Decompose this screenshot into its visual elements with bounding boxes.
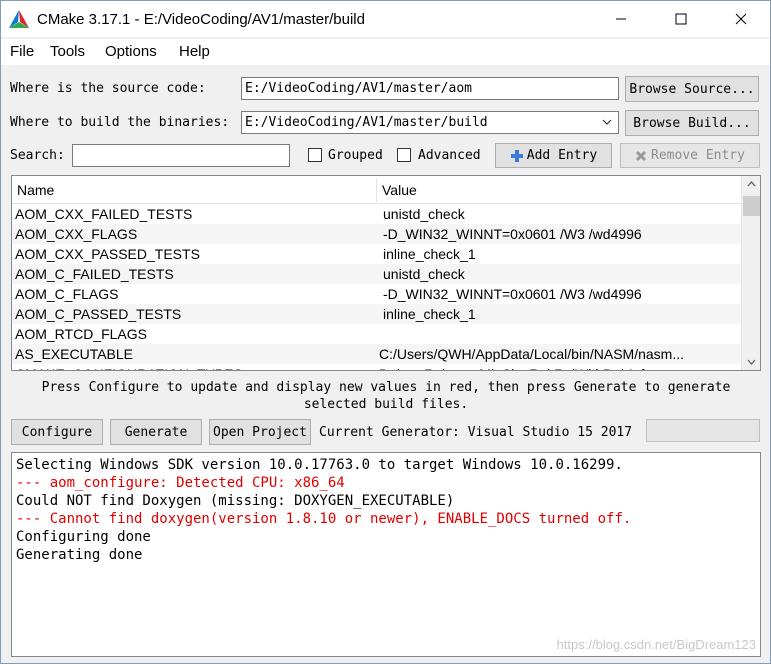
log-line: Could NOT find Doxygen (missing: DOXYGEN…	[16, 493, 455, 509]
cell-name: AOM_C_FLAGS	[15, 286, 119, 302]
open-project-button[interactable]: Open Project	[209, 419, 311, 445]
grouped-checkbox[interactable]	[308, 148, 322, 162]
menu-file[interactable]: File	[10, 43, 34, 60]
add-entry-button[interactable]: Add Entry	[495, 143, 612, 168]
cell-name: CMAKE_CONFIGURATION_TYPES	[15, 366, 243, 370]
table-scrollbar[interactable]	[741, 176, 760, 370]
table-row[interactable]: AOM_CXX_PASSED_TESTS inline_check_1	[12, 244, 741, 264]
configure-button[interactable]: Configure	[11, 419, 103, 445]
maximize-icon	[675, 13, 687, 25]
advanced-checkbox[interactable]	[397, 148, 411, 162]
minimize-icon	[616, 18, 626, 20]
cell-name: AOM_RTCD_FLAGS	[15, 326, 147, 342]
menu-bar: File Tools Options Help	[1, 39, 770, 65]
log-line: --- Cannot find doxygen(version 1.8.10 o…	[16, 511, 632, 527]
cell-value: unistd_check	[383, 206, 465, 222]
menu-tools[interactable]: Tools	[50, 43, 85, 60]
scroll-thumb[interactable]	[743, 196, 760, 216]
header-divider	[376, 178, 377, 202]
table-row[interactable]: CMAKE_CONFIGURATION_TYPES Debug;Release;M…	[12, 364, 741, 370]
cell-name: AOM_C_PASSED_TESTS	[15, 306, 182, 322]
close-button[interactable]	[715, 1, 767, 37]
table-row[interactable]: AS_EXECUTABLE C:/Users/QWH/AppData/Local/…	[12, 344, 741, 364]
cell-name: AOM_CXX_FLAGS	[15, 226, 138, 242]
remove-entry-label: Remove Entry	[651, 148, 745, 163]
current-generator-label: Current Generator: Visual Studio 15 2017	[319, 425, 633, 440]
cmake-window: CMake 3.17.1 - E:/VideoCoding/AV1/master…	[0, 0, 771, 664]
remove-icon	[635, 150, 647, 161]
source-label: Where is the source code:	[10, 81, 206, 96]
cell-value: -D_WIN32_WINNT=0x0601 /W3 /wd4996	[383, 226, 642, 242]
minimize-button[interactable]	[595, 1, 647, 37]
build-path-combobox[interactable]: E:/VideoCoding/AV1/master/build	[241, 111, 619, 134]
generate-button[interactable]: Generate	[110, 419, 202, 445]
cell-value: Debug;Release;MinSizeRel;RelWithDebInfo	[379, 366, 652, 370]
cell-name: AOM_CXX_FAILED_TESTS	[15, 206, 193, 222]
menu-options[interactable]: Options	[105, 43, 157, 60]
header-name[interactable]: Name	[17, 182, 54, 198]
log-line: Generating done	[16, 547, 143, 563]
cell-name: AS_EXECUTABLE	[15, 346, 134, 362]
cell-value: inline_check_1	[383, 246, 476, 262]
close-icon	[735, 13, 747, 25]
cell-value: -D_WIN32_WINNT=0x0601 /W3 /wd4996	[383, 286, 642, 302]
log-line: --- aom_configure: Detected CPU: x86_64	[16, 475, 345, 491]
table-row[interactable]: AOM_C_FLAGS -D_WIN32_WINNT=0x0601 /W3 /wd…	[12, 284, 741, 304]
header-value[interactable]: Value	[382, 182, 417, 198]
log-line: Configuring done	[16, 529, 151, 545]
add-entry-label: Add Entry	[526, 148, 598, 163]
table-header: Name Value	[12, 176, 741, 204]
title-bar[interactable]: CMake 3.17.1 - E:/VideoCoding/AV1/master…	[1, 1, 770, 37]
remove-entry-button[interactable]: Remove Entry	[620, 143, 760, 168]
cell-value: unistd_check	[383, 266, 465, 282]
search-input[interactable]	[72, 144, 290, 167]
scroll-down-icon[interactable]	[747, 359, 756, 365]
cell-name: AOM_C_FAILED_TESTS	[15, 266, 174, 282]
advanced-label[interactable]: Advanced	[418, 148, 481, 163]
watermark-text: https://blog.csdn.net/BigDream123	[556, 637, 756, 652]
cmake-logo-icon	[9, 10, 29, 28]
table-row[interactable]: AOM_CXX_FLAGS -D_WIN32_WINNT=0x0601 /W3 /…	[12, 224, 741, 244]
window-title: CMake 3.17.1 - E:/VideoCoding/AV1/master…	[37, 11, 365, 28]
chevron-down-icon[interactable]	[602, 119, 612, 126]
search-label: Search:	[10, 148, 65, 163]
table-row[interactable]: AOM_CXX_FAILED_TESTS unistd_check	[12, 204, 741, 224]
browse-build-button[interactable]: Browse Build...	[625, 110, 759, 136]
build-label: Where to build the binaries:	[10, 115, 230, 130]
cache-table[interactable]: Name Value AOM_CXX_FAILED_TESTS unistd_ch…	[11, 175, 761, 371]
cell-value: C:/Users/QWH/AppData/Local/bin/NASM/nasm…	[379, 346, 684, 362]
cell-name: AOM_CXX_PASSED_TESTS	[15, 246, 200, 262]
maximize-button[interactable]	[655, 1, 707, 37]
table-row[interactable]: AOM_RTCD_FLAGS	[12, 324, 741, 344]
plus-icon	[510, 149, 523, 162]
output-log[interactable]: https://blog.csdn.net/BigDream123 Select…	[11, 452, 761, 657]
menu-help[interactable]: Help	[179, 43, 210, 60]
log-line: Selecting Windows SDK version 10.0.17763…	[16, 457, 623, 473]
cell-value: inline_check_1	[383, 306, 476, 322]
source-path-input[interactable]: E:/VideoCoding/AV1/master/aom	[241, 77, 619, 100]
scroll-up-icon[interactable]	[747, 181, 756, 187]
table-row[interactable]: AOM_C_PASSED_TESTS inline_check_1	[12, 304, 741, 324]
browse-source-button[interactable]: Browse Source...	[625, 76, 759, 102]
table-row[interactable]: AOM_C_FAILED_TESTS unistd_check	[12, 264, 741, 284]
build-path-value: E:/VideoCoding/AV1/master/build	[245, 115, 488, 130]
generator-extra-field	[646, 419, 760, 442]
info-text: Press Configure to update and display ne…	[41, 380, 731, 412]
grouped-label[interactable]: Grouped	[328, 148, 383, 163]
table-body: AOM_CXX_FAILED_TESTS unistd_check AOM_CXX_…	[12, 204, 741, 370]
